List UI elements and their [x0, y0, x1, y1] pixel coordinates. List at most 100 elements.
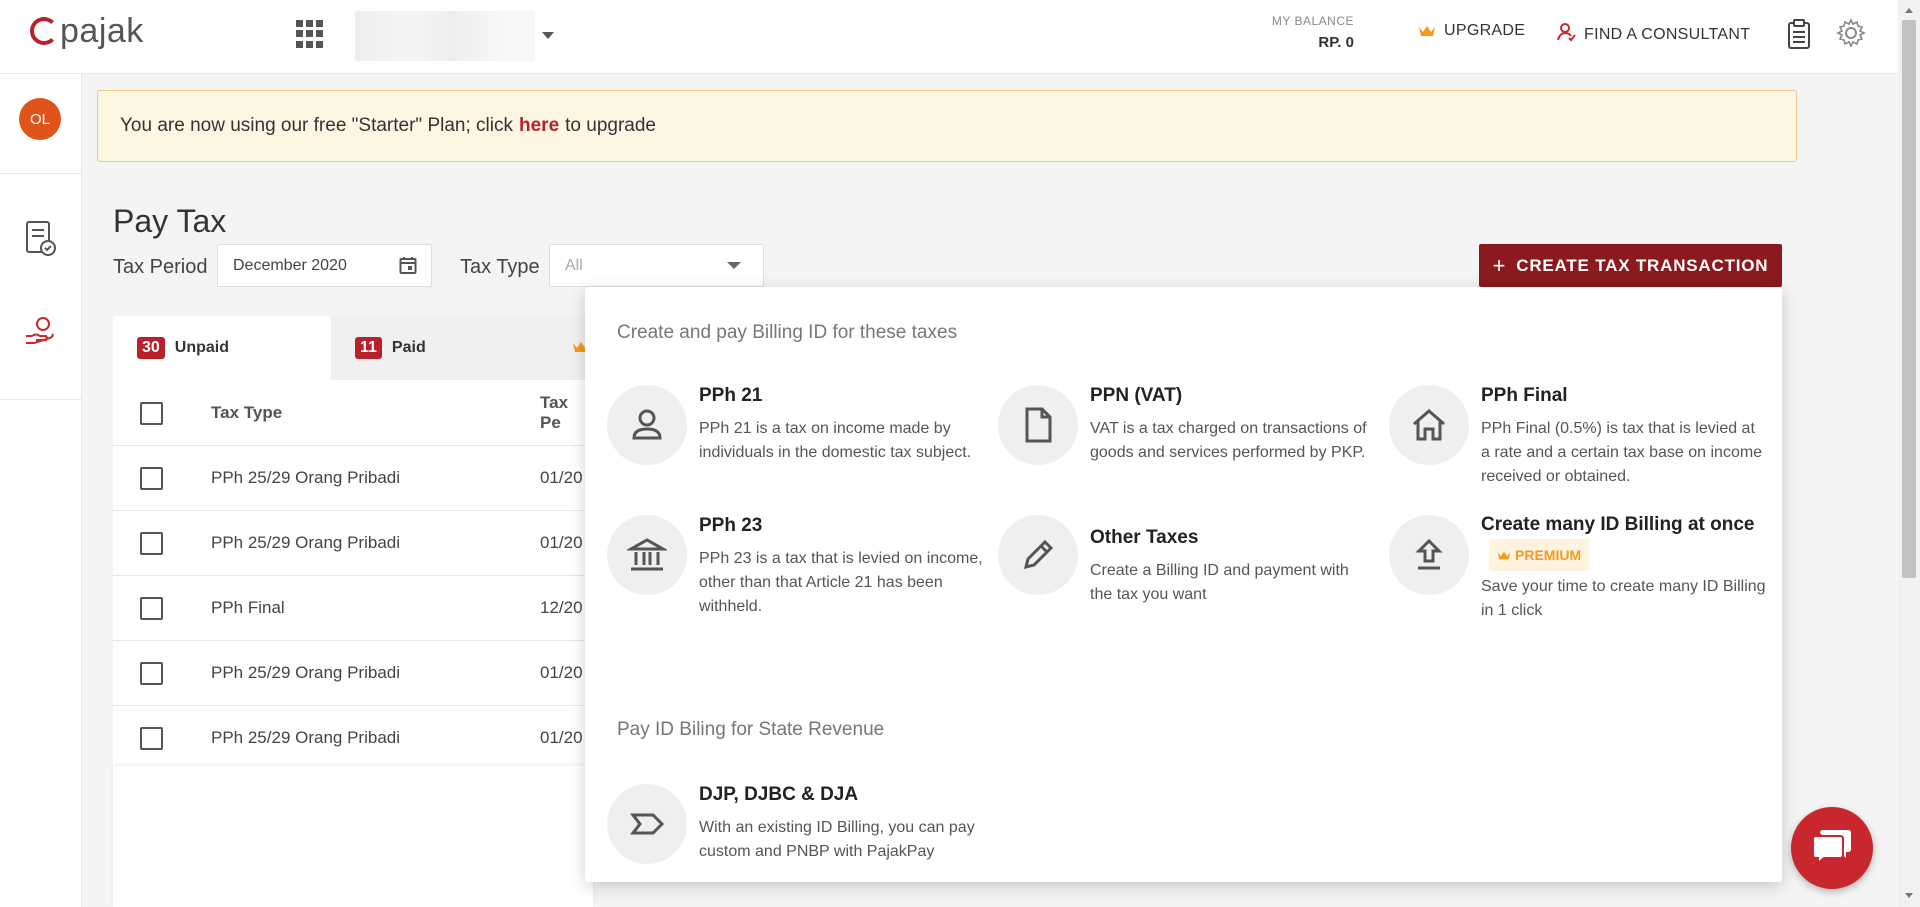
cell-tax-type: PPh 25/29 Orang Pribadi: [211, 663, 401, 682]
find-consultant-button[interactable]: FIND A CONSULTANT: [1556, 22, 1750, 47]
table-row[interactable]: PPh 25/29 Orang Pribadi 01/20: [113, 510, 593, 575]
scroll-up-arrow-icon[interactable]: [1905, 8, 1913, 13]
top-bar: pajak MY BALANCE RP. 0 UPGRADE FIND A CO…: [0, 0, 1898, 74]
balance-value: RP. 0: [1318, 34, 1354, 51]
unpaid-count-badge: 30: [137, 337, 165, 359]
table-row[interactable]: PPh 25/29 Orang Pribadi 01/20: [113, 705, 593, 770]
menu-section-title: Create and pay Billing ID for these taxe…: [617, 322, 958, 343]
menu-item-desc: Create a Billing ID and payment with the…: [1090, 562, 1349, 603]
upgrade-label: UPGRADE: [1444, 22, 1526, 39]
status-tabs: 30 Unpaid 11 Paid: [113, 316, 593, 380]
cell-tax-period: 01/20: [540, 663, 583, 682]
menu-section-title: Pay ID Biling for State Revenue: [617, 719, 885, 740]
menu-item-bulk-billing[interactable]: Create many ID Billing at once PREMIUM S…: [1389, 514, 1766, 625]
pay-hand-icon[interactable]: [24, 316, 58, 350]
menu-item-other-taxes[interactable]: Other Taxes Create a Billing ID and paym…: [998, 515, 1358, 615]
table-row[interactable]: PPh 25/29 Orang Pribadi 01/20: [113, 445, 593, 510]
logo[interactable]: pajak: [30, 12, 144, 50]
sidebar-divider: [0, 173, 82, 174]
banner-text: You are now using our free "Starter" Pla…: [120, 115, 513, 136]
select-all-checkbox[interactable]: [140, 402, 163, 425]
menu-item-desc: PPh 21 is a tax on income made by indivi…: [699, 420, 972, 461]
menu-item-title: Create many ID Billing at once PREMIUM: [1481, 511, 1771, 571]
person-icon: [607, 385, 687, 465]
menu-item-title: DJP, DJBC & DJA: [699, 784, 859, 805]
page-title: Pay Tax: [113, 203, 227, 239]
logo-mark-icon: [30, 17, 58, 45]
banner-text-after: to upgrade: [565, 115, 656, 136]
chat-button[interactable]: [1791, 807, 1873, 889]
menu-item-title: PPh 23: [699, 515, 763, 536]
tax-type-value: All: [565, 256, 583, 274]
create-tax-menu: Create and pay Billing ID for these taxe…: [585, 287, 1782, 882]
tax-document-icon[interactable]: [24, 220, 58, 256]
avatar[interactable]: OL: [19, 98, 61, 140]
tab-paid[interactable]: 11 Paid: [331, 316, 549, 380]
caret-down-icon[interactable]: [542, 32, 554, 39]
bulk-billing-title: Create many ID Billing at once: [1481, 514, 1755, 535]
table-footer-panel: [113, 766, 593, 907]
row-checkbox[interactable]: [140, 467, 163, 490]
plus-icon: +: [1492, 252, 1507, 278]
cell-tax-type: PPh 25/29 Orang Pribadi: [211, 728, 401, 747]
clipboard-icon[interactable]: [1786, 18, 1812, 50]
chat-bubble-icon: [1810, 827, 1854, 870]
cell-tax-type: PPh 25/29 Orang Pribadi: [211, 533, 401, 552]
calendar-icon[interactable]: [399, 256, 417, 274]
premium-label: PREMIUM: [1515, 547, 1582, 563]
tax-period-value: December 2020: [233, 256, 347, 274]
consultant-icon: [1556, 22, 1576, 47]
tax-period-input[interactable]: December 2020: [217, 244, 432, 287]
row-checkbox[interactable]: [140, 532, 163, 555]
gear-icon[interactable]: [1836, 18, 1866, 48]
page-scrollbar[interactable]: [1898, 0, 1920, 907]
menu-item-desc: With an existing ID Billing, you can pay…: [699, 819, 975, 860]
document-icon: [998, 385, 1078, 465]
tab-unpaid[interactable]: 30 Unpaid: [113, 316, 331, 380]
menu-item-title: PPh 21: [699, 385, 763, 406]
apps-grid-icon[interactable]: [296, 20, 324, 48]
create-tax-transaction-button[interactable]: + CREATE TAX TRANSACTION: [1479, 244, 1782, 287]
pencil-icon: [998, 515, 1078, 595]
table-row[interactable]: PPh Final 12/20: [113, 575, 593, 640]
tax-type-select[interactable]: All: [549, 244, 764, 287]
row-checkbox[interactable]: [140, 597, 163, 620]
cell-tax-period: 01/20: [540, 468, 583, 487]
row-checkbox[interactable]: [140, 727, 163, 750]
scroll-thumb[interactable]: [1902, 20, 1916, 578]
scroll-down-arrow-icon[interactable]: [1905, 893, 1913, 898]
upgrade-banner: You are now using our free "Starter" Pla…: [97, 90, 1797, 162]
row-checkbox[interactable]: [140, 662, 163, 685]
logo-text: pajak: [60, 12, 144, 50]
menu-item-desc: PPh Final (0.5%) is tax that is levied a…: [1481, 420, 1763, 485]
crown-icon: [1418, 24, 1436, 38]
home-icon: [1389, 385, 1469, 465]
tax-period-label: Tax Period: [113, 256, 208, 278]
menu-item-desc: Save your time to create many ID Billing…: [1481, 578, 1766, 619]
sidebar-divider: [0, 399, 82, 400]
menu-item-pph23[interactable]: PPh 23 PPh 23 is a tax that is levied on…: [607, 515, 983, 615]
cell-tax-period: 12/20: [540, 598, 583, 617]
menu-item-djp-djbc-dja[interactable]: DJP, DJBC & DJA With an existing ID Bill…: [607, 784, 975, 874]
cell-tax-type: PPh 25/29 Orang Pribadi: [211, 468, 401, 487]
cell-tax-period: 01/20: [540, 533, 583, 552]
company-selector[interactable]: [355, 11, 535, 61]
bank-icon: [607, 515, 687, 595]
premium-badge: PREMIUM: [1489, 539, 1590, 571]
banner-upgrade-link[interactable]: here: [519, 115, 559, 137]
column-header-tax-type[interactable]: Tax Type: [211, 380, 282, 445]
menu-item-pph-final[interactable]: PPh Final PPh Final (0.5%) is tax that i…: [1389, 385, 1762, 485]
paid-count-badge: 11: [355, 337, 382, 359]
upgrade-button[interactable]: UPGRADE: [1418, 22, 1525, 40]
menu-item-pph21[interactable]: PPh 21 PPh 21 is a tax on income made by…: [607, 385, 971, 485]
table-row[interactable]: PPh 25/29 Orang Pribadi 01/20: [113, 640, 593, 705]
menu-item-desc: PPh 23 is a tax that is levied on income…: [699, 550, 983, 615]
cell-tax-period: 01/20: [540, 728, 583, 747]
balance-label: MY BALANCE: [1271, 14, 1354, 28]
left-sidebar: OL: [0, 74, 82, 907]
consultant-label: FIND A CONSULTANT: [1584, 25, 1751, 43]
menu-item-title: PPN (VAT): [1090, 385, 1183, 406]
caret-down-icon: [727, 262, 741, 269]
tax-type-label: Tax Type: [460, 256, 540, 278]
menu-item-ppn[interactable]: PPN (VAT) VAT is a tax charged on transa…: [998, 385, 1367, 485]
